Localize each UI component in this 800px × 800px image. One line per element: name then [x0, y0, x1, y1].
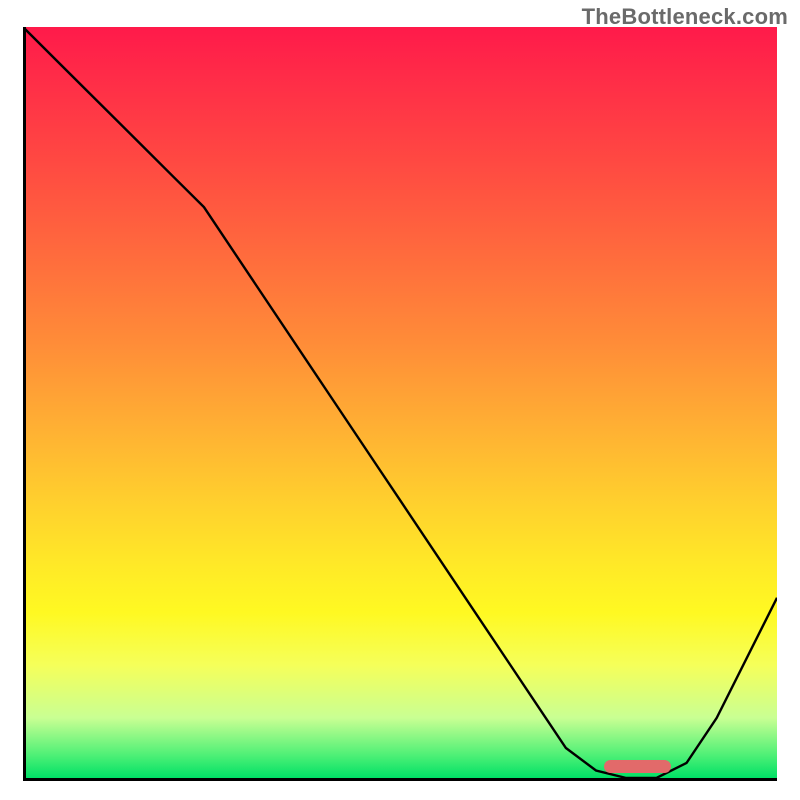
x-axis [23, 778, 777, 781]
y-axis [23, 27, 26, 778]
minimum-marker [604, 760, 672, 773]
bottleneck-curve [23, 27, 777, 778]
watermark-text: TheBottleneck.com [582, 4, 788, 30]
plot-area [23, 27, 777, 778]
chart-container: TheBottleneck.com [0, 0, 800, 800]
curve-svg [23, 27, 777, 778]
